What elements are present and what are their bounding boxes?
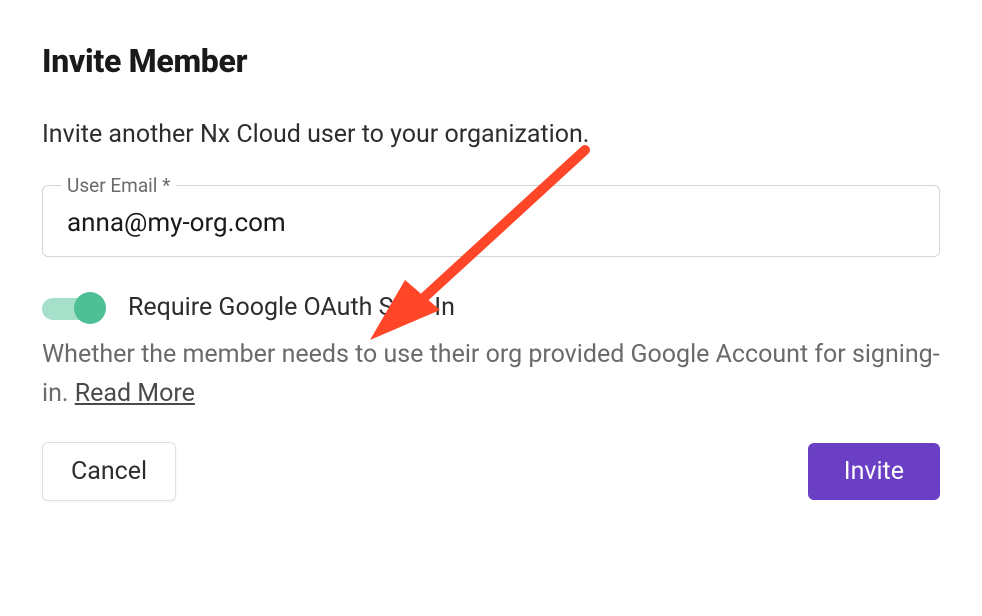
toggle-thumb	[74, 292, 106, 324]
email-field-wrapper: User Email *	[42, 185, 940, 257]
helper-text: Whether the member needs to use their or…	[42, 336, 940, 414]
dialog-title: Invite Member	[42, 42, 940, 80]
oauth-toggle-label: Require Google OAuth Sign-In	[128, 293, 455, 322]
email-field[interactable]	[67, 208, 915, 238]
oauth-toggle-row: Require Google OAuth Sign-In	[42, 293, 940, 322]
read-more-link[interactable]: Read More	[75, 379, 195, 408]
invite-button[interactable]: Invite	[808, 443, 940, 500]
cancel-button[interactable]: Cancel	[42, 442, 176, 501]
dialog-description: Invite another Nx Cloud user to your org…	[42, 120, 940, 149]
actions-row: Cancel Invite	[42, 442, 940, 501]
email-field-label: User Email *	[61, 174, 176, 197]
oauth-toggle[interactable]	[42, 296, 104, 320]
